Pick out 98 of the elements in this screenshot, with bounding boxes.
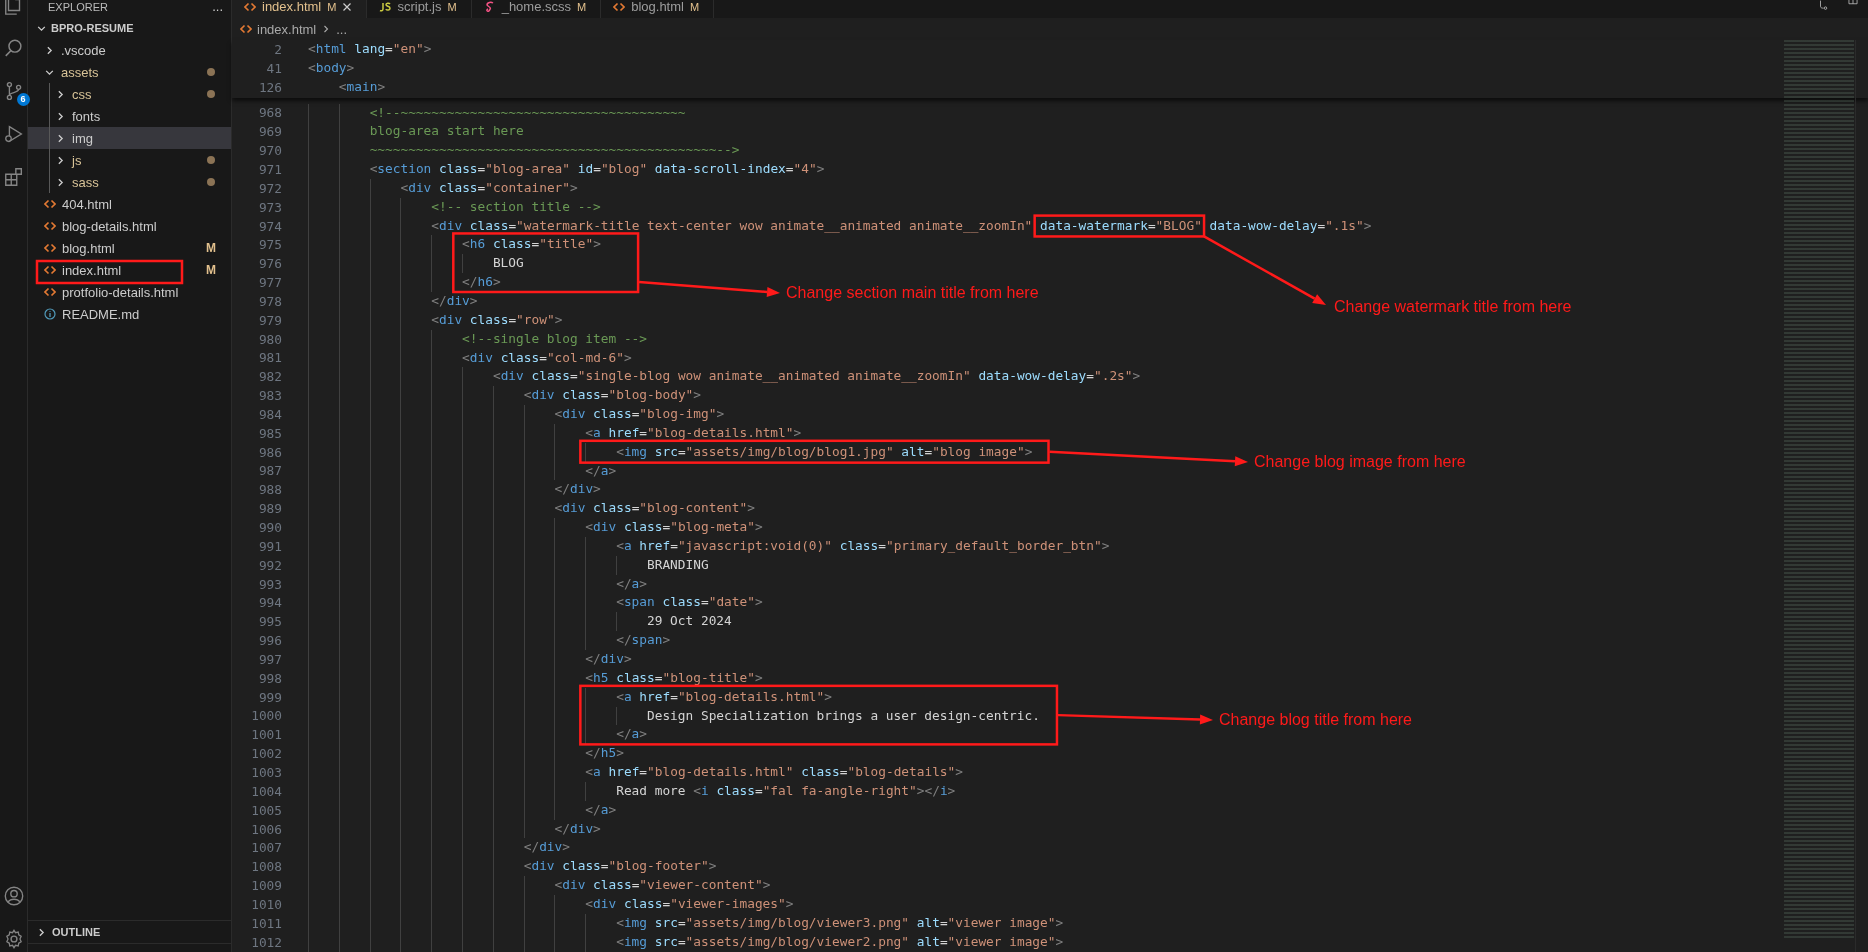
line-number: 985: [257, 425, 283, 441]
line-number: 126: [257, 79, 283, 95]
annotation-text: Change blog title from here: [1219, 710, 1412, 730]
file-tree-item[interactable]: README.md: [28, 303, 231, 325]
file-tree-item[interactable]: 404.html: [28, 193, 231, 215]
line-number: 995: [257, 614, 283, 630]
line-number: 1001: [250, 727, 283, 743]
line-number: 984: [257, 406, 283, 422]
line-number: 981: [257, 350, 283, 366]
modified-status: M: [447, 0, 457, 14]
line-number: 2: [273, 41, 283, 57]
file-tree-item[interactable]: img: [28, 127, 231, 149]
line-number: 1008: [250, 859, 283, 875]
file-tree-item[interactable]: js: [28, 149, 231, 171]
line-number: 977: [257, 275, 283, 291]
line-number: 990: [257, 520, 283, 535]
line-number: 1000: [250, 708, 283, 724]
line-number: 982: [257, 369, 283, 385]
modified-status: M: [206, 241, 216, 255]
extensions-icon[interactable]: [2, 166, 25, 188]
line-number: 974: [257, 218, 283, 234]
line-number: 41: [265, 60, 283, 76]
modified-status: M: [577, 0, 587, 14]
breadcrumb-item[interactable]: ...: [336, 21, 348, 37]
more-actions-button[interactable]: ...: [212, 0, 223, 14]
line-number: 1011: [250, 915, 283, 931]
breadcrumb-item[interactable]: index.html: [257, 21, 317, 37]
line-number: 973: [257, 199, 283, 215]
file-tree-item[interactable]: blog-details.html: [28, 215, 231, 237]
modified-status: M: [327, 0, 337, 14]
line-number: 986: [257, 444, 283, 460]
code-file-icon: [44, 242, 56, 254]
run-debug-icon[interactable]: [2, 123, 25, 145]
annotation-text: Change watermark title from here: [1334, 297, 1572, 317]
modified-status: M: [206, 263, 216, 277]
script-file-icon: [379, 1, 392, 13]
line-number: 971: [257, 162, 283, 177]
line-number: 1002: [250, 746, 283, 762]
line-number: 1005: [250, 802, 283, 818]
annotation-text: Change blog image from here: [1254, 452, 1466, 472]
project-header[interactable]: BPRO-RESUME: [28, 17, 231, 39]
close-icon[interactable]: [342, 2, 353, 12]
annotation-text: Change section main title from here: [786, 283, 1039, 303]
notification-badge: 6: [16, 93, 30, 106]
line-number: 1003: [250, 765, 283, 780]
line-number: 1009: [250, 878, 283, 894]
file-tree-item[interactable]: index.html M: [28, 259, 231, 281]
line-number: 972: [257, 180, 283, 196]
file-tree-item[interactable]: assets: [28, 61, 231, 83]
line-number: 980: [257, 331, 283, 347]
line-number: 991: [257, 538, 283, 554]
line-number: 970: [257, 143, 283, 159]
code-file-icon: [244, 1, 256, 13]
search-icon[interactable]: [2, 37, 25, 59]
line-number: 996: [257, 633, 283, 649]
line-number: 989: [257, 501, 283, 517]
panel-title: EXPLORER: [48, 0, 108, 14]
line-number: 983: [257, 388, 283, 404]
code-line: <main>: [337, 77, 386, 96]
outline-section-header[interactable]: OUTLINE: [28, 920, 231, 944]
line-number: 992: [257, 557, 283, 573]
style-file-icon: [483, 1, 496, 13]
line-number: 988: [257, 482, 283, 498]
editor-tab[interactable]: index.html M: [232, 0, 368, 18]
file-tree-item[interactable]: blog.html M: [28, 237, 231, 259]
line-number: 997: [257, 651, 283, 667]
line-number: 968: [257, 105, 283, 121]
code-file-icon: [44, 286, 56, 298]
code-line: <html lang="en">: [308, 40, 432, 58]
line-number: 978: [257, 293, 283, 309]
code-file-icon: [613, 1, 626, 13]
code-file-icon: [44, 220, 56, 232]
file-tree-item[interactable]: css: [28, 83, 231, 105]
modified-status: M: [689, 0, 700, 14]
account-icon[interactable]: [2, 885, 25, 907]
code-file-icon: [240, 23, 252, 35]
file-tree-item[interactable]: protfolio-details.html: [28, 281, 231, 303]
code-file-icon: [44, 198, 56, 210]
line-number: 994: [257, 595, 283, 611]
line-number: 976: [257, 256, 283, 272]
line-number: 987: [257, 463, 283, 479]
line-number: 1012: [250, 934, 283, 950]
line-number: 1006: [250, 821, 283, 837]
line-number: 975: [257, 237, 283, 253]
line-number: 993: [257, 576, 283, 592]
file-tree-item[interactable]: .vscode: [28, 39, 231, 61]
file-tree-item[interactable]: fonts: [28, 105, 231, 127]
code-line: <body>: [308, 58, 355, 77]
code-file-icon: [44, 264, 56, 276]
line-number: 1004: [250, 783, 283, 799]
line-number: 979: [257, 312, 283, 328]
info-icon: [44, 308, 56, 320]
line-number: 969: [257, 124, 283, 140]
file-tree-item[interactable]: sass: [28, 171, 231, 193]
line-number: 1007: [250, 840, 283, 856]
line-number: 998: [257, 670, 283, 686]
line-number: 1010: [250, 896, 283, 912]
line-number: 999: [257, 689, 283, 705]
